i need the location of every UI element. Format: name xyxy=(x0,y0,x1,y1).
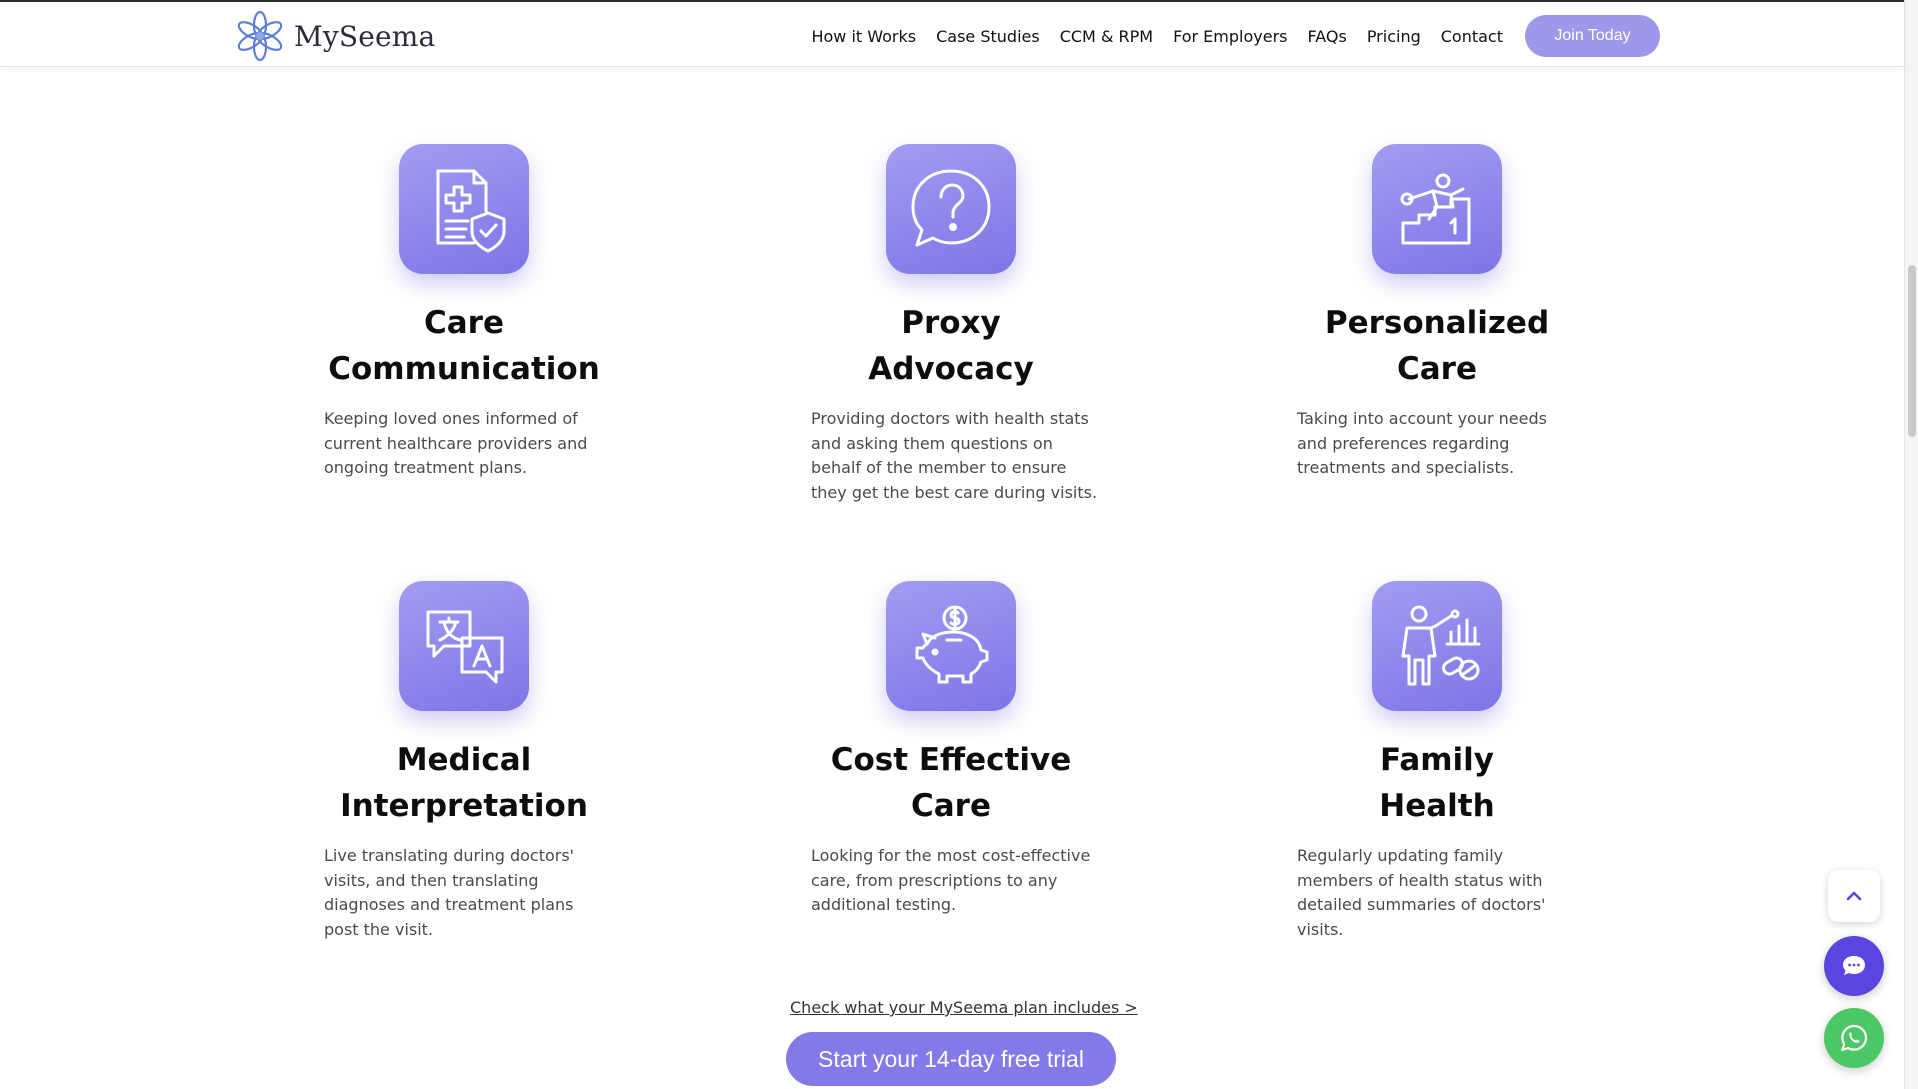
nav-for-employers[interactable]: For Employers xyxy=(1173,27,1287,46)
flower-logo-icon xyxy=(237,10,283,62)
feature-description: Live translating during doctors' visits,… xyxy=(324,844,614,942)
feature-description: Regularly updating family members of hea… xyxy=(1297,844,1587,942)
nav-pricing[interactable]: Pricing xyxy=(1367,27,1421,46)
plan-includes-link[interactable]: Check what your MySeema plan includes > xyxy=(790,998,1138,1017)
feature-title: Care Communication xyxy=(304,300,624,392)
chat-bubble-icon xyxy=(1843,956,1865,975)
feature-title-line: Care xyxy=(424,305,504,341)
page-scrollbar[interactable] xyxy=(1904,0,1918,1089)
main-nav: How it Works Case Studies CCM & RPM For … xyxy=(791,15,1660,57)
chevron-up-icon xyxy=(1846,891,1862,901)
piggy-bank-icon xyxy=(886,581,1016,711)
description-line: Keeping loved ones informed of xyxy=(324,409,578,428)
nav-contact[interactable]: Contact xyxy=(1441,27,1503,46)
feature-description: Looking for the most cost-effective care… xyxy=(811,844,1101,918)
person-health-stats-icon xyxy=(1372,581,1502,711)
feature-description: Keeping loved ones informed of current h… xyxy=(324,407,614,481)
nav-ccm-rpm[interactable]: CCM & RPM xyxy=(1060,27,1153,46)
nav-case-studies[interactable]: Case Studies xyxy=(936,27,1040,46)
description-line: diagnoses and treatment plans xyxy=(324,895,574,914)
description-line: additional testing. xyxy=(811,895,957,914)
feature-title-line: Family xyxy=(1379,742,1495,778)
feature-description: Providing doctors with health stats and … xyxy=(811,407,1101,505)
whatsapp-icon xyxy=(1840,1024,1868,1052)
whatsapp-button[interactable] xyxy=(1824,1008,1884,1068)
description-line: members of health status with xyxy=(1297,870,1543,890)
description-line: visits, and then translating xyxy=(324,870,539,890)
description-line: post the visit. xyxy=(324,919,434,939)
description-line: Regularly updating family xyxy=(1297,846,1504,865)
nav-faqs[interactable]: FAQs xyxy=(1307,27,1346,46)
medical-document-shield-icon xyxy=(399,144,529,274)
feature-description: Taking into account your needs and prefe… xyxy=(1297,407,1587,481)
feature-title: Family Health xyxy=(1277,737,1597,829)
nav-how-it-works[interactable]: How it Works xyxy=(811,27,916,46)
description-line: detailed summaries of doctors' xyxy=(1297,895,1546,914)
description-line: they get the best care during visits. xyxy=(811,482,1098,502)
description-line: visits. xyxy=(1297,919,1344,939)
feature-title-line: Health xyxy=(1379,788,1495,824)
description-line: Providing doctors with health stats xyxy=(811,409,1089,428)
description-line: current healthcare providers and xyxy=(324,433,588,453)
feature-title-line: Care xyxy=(911,788,991,824)
description-line: ongoing treatment plans. xyxy=(324,458,528,477)
description-line: care, from prescriptions to any xyxy=(811,870,1058,890)
site-header: MySeema How it Works Case Studies CCM & … xyxy=(0,0,1904,67)
description-line: Live translating during doctors' xyxy=(324,846,575,865)
join-today-button[interactable]: Join Today xyxy=(1525,15,1660,57)
feature-title-line: Advocacy xyxy=(868,351,1034,387)
feature-title-line: Personalized xyxy=(1324,305,1550,341)
description-line: Looking for the most cost-effective xyxy=(811,846,1091,865)
feature-title: Cost Effective Care xyxy=(791,737,1111,829)
feature-title-line: Medical xyxy=(396,742,532,778)
feature-title-line: Proxy xyxy=(901,305,1001,341)
feature-title-line: Care xyxy=(1397,351,1477,387)
feature-title: Medical Interpretation xyxy=(304,737,624,829)
translation-bubbles-icon xyxy=(399,581,529,711)
description-line: and asking them questions on xyxy=(811,433,1053,453)
scroll-to-top-button[interactable] xyxy=(1828,870,1880,922)
feature-title: Personalized Care xyxy=(1277,300,1597,392)
person-climbing-stairs-icon xyxy=(1372,144,1502,274)
chat-button[interactable] xyxy=(1824,936,1884,996)
logo[interactable]: MySeema xyxy=(232,8,435,64)
logo-text: MySeema xyxy=(294,19,436,53)
feature-title: Proxy Advocacy xyxy=(791,300,1111,392)
description-line: and preferences regarding xyxy=(1297,433,1510,453)
feature-title-line: Cost Effective xyxy=(830,742,1072,778)
scrollbar-thumb[interactable] xyxy=(1908,265,1916,437)
free-trial-button[interactable]: Start your 14-day free trial xyxy=(786,1032,1116,1086)
feature-title-line: Communication xyxy=(328,351,600,387)
question-bubble-icon xyxy=(886,144,1016,274)
description-line: behalf of the member to ensure xyxy=(811,458,1067,477)
description-line: Taking into account your needs xyxy=(1297,409,1547,428)
description-line: treatments and specialists. xyxy=(1297,458,1515,477)
feature-title-line: Interpretation xyxy=(340,788,588,824)
